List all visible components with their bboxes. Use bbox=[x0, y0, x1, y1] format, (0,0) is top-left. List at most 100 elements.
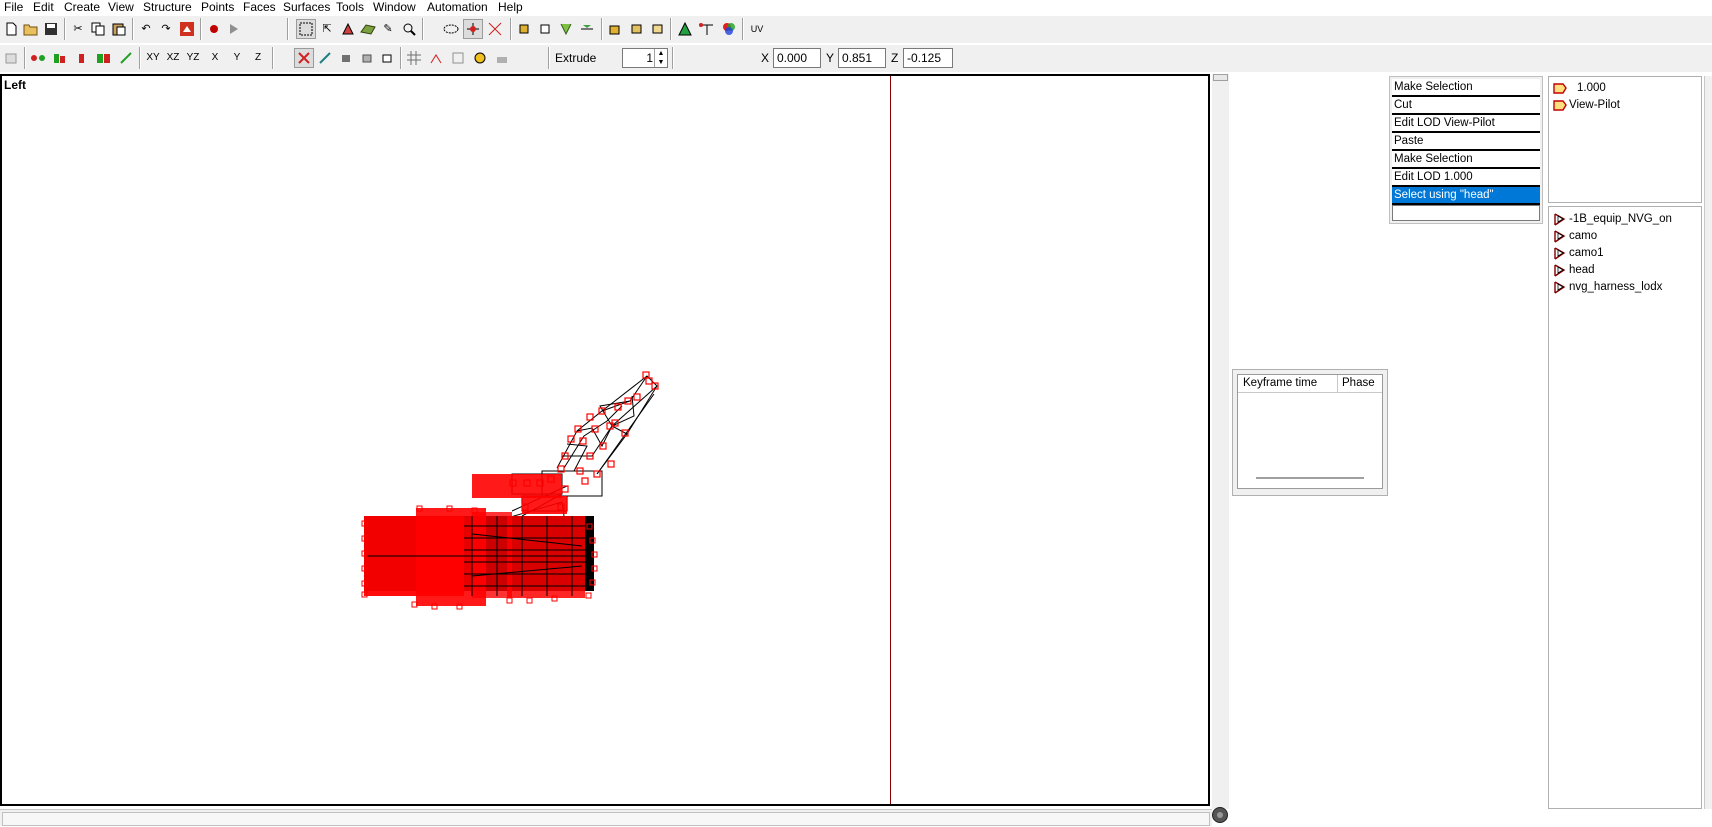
color-wheel-icon[interactable] bbox=[720, 20, 738, 38]
history-item[interactable]: Edit LOD View-Pilot bbox=[1392, 115, 1540, 133]
navigation-knob-icon[interactable] bbox=[1212, 807, 1228, 823]
coord-z-input[interactable] bbox=[903, 48, 953, 68]
history-item[interactable]: Make Selection bbox=[1392, 79, 1540, 97]
paste-icon[interactable] bbox=[110, 20, 128, 38]
menu-view[interactable]: View bbox=[108, 0, 134, 14]
sidebar-scrollbar[interactable] bbox=[1704, 76, 1712, 809]
texture-icon[interactable] bbox=[493, 49, 511, 67]
mirror-icon[interactable] bbox=[578, 20, 596, 38]
menu-file[interactable]: File bbox=[4, 0, 23, 14]
keyframe-time-column[interactable]: Keyframe time bbox=[1243, 375, 1317, 392]
keyframe-scrollbar[interactable] bbox=[1256, 477, 1364, 479]
cube-b-icon[interactable] bbox=[536, 20, 554, 38]
menu-help[interactable]: Help bbox=[498, 0, 523, 14]
cube-gray-icon[interactable] bbox=[358, 49, 376, 67]
edit-faces-icon[interactable] bbox=[339, 20, 357, 38]
split-icon[interactable] bbox=[557, 20, 575, 38]
vertex-move-icon[interactable] bbox=[463, 19, 483, 39]
keyframe-header: Keyframe time Phase bbox=[1238, 375, 1382, 393]
menu-tools[interactable]: Tools bbox=[336, 0, 364, 14]
brush-icon[interactable]: ✎ bbox=[379, 20, 397, 38]
menu-edit[interactable]: Edit bbox=[33, 0, 54, 14]
z-axis-button[interactable]: Z bbox=[249, 49, 267, 67]
menu-automation[interactable]: Automation bbox=[427, 0, 488, 14]
x-axis-button[interactable]: X bbox=[206, 49, 224, 67]
cylinder-icon[interactable] bbox=[337, 49, 355, 67]
sun-icon[interactable] bbox=[471, 49, 489, 67]
lod-item[interactable]: View-Pilot bbox=[1549, 97, 1701, 114]
menu-create[interactable]: Create bbox=[64, 0, 100, 14]
box-tool-2-icon[interactable] bbox=[627, 20, 645, 38]
lod-item[interactable]: 1.000 bbox=[1549, 80, 1701, 97]
viewport-left[interactable]: Left bbox=[0, 74, 1210, 806]
model-mesh[interactable] bbox=[2, 76, 1208, 804]
cube-a-icon[interactable] bbox=[515, 20, 533, 38]
history-item[interactable]: Make Selection bbox=[1392, 151, 1540, 169]
menu-window[interactable]: Window bbox=[373, 0, 416, 14]
menu-surfaces[interactable]: Surfaces bbox=[283, 0, 330, 14]
undo-history-panel: Make Selection Cut Edit LOD View-Pilot P… bbox=[1389, 76, 1543, 224]
copy-icon[interactable] bbox=[89, 20, 107, 38]
points-icon[interactable] bbox=[29, 49, 47, 67]
text-tool-icon[interactable] bbox=[449, 49, 467, 67]
bars-green-icon[interactable] bbox=[95, 49, 113, 67]
xz-plane-button[interactable]: XZ bbox=[164, 49, 182, 67]
record-icon[interactable] bbox=[205, 20, 223, 38]
y-axis-button[interactable]: Y bbox=[228, 49, 246, 67]
layer-icon[interactable] bbox=[2, 49, 20, 67]
transform-icon[interactable] bbox=[698, 20, 716, 38]
play-icon[interactable] bbox=[225, 20, 243, 38]
selection-item[interactable]: nvg_harness_lodx bbox=[1549, 279, 1701, 296]
render-icon[interactable] bbox=[178, 20, 196, 38]
grid-icon[interactable] bbox=[405, 49, 423, 67]
lod-label: 1.000 bbox=[1577, 82, 1606, 94]
selection-label: head bbox=[1569, 264, 1595, 276]
snap-icon[interactable] bbox=[294, 48, 314, 68]
magnet-icon[interactable] bbox=[316, 49, 334, 67]
cube-outline-icon[interactable] bbox=[378, 49, 396, 67]
bar-single-icon[interactable] bbox=[73, 49, 91, 67]
new-file-icon[interactable] bbox=[2, 20, 20, 38]
history-item[interactable]: Cut bbox=[1392, 97, 1540, 115]
selection-item[interactable]: camo bbox=[1549, 228, 1701, 245]
menu-bar: File Edit Create View Structure Points F… bbox=[0, 0, 1712, 15]
norm-icon[interactable] bbox=[427, 49, 445, 67]
morph-icon[interactable] bbox=[117, 49, 135, 67]
coord-x-input[interactable] bbox=[773, 48, 821, 68]
menu-faces[interactable]: Faces bbox=[243, 0, 276, 14]
open-folder-icon[interactable] bbox=[22, 20, 40, 38]
extrude-label: Extrude bbox=[555, 51, 597, 65]
box-tool-icon[interactable] bbox=[606, 20, 624, 38]
lasso-icon[interactable] bbox=[442, 20, 460, 38]
xy-plane-button[interactable]: XY bbox=[144, 49, 162, 67]
bars-icon[interactable] bbox=[51, 49, 69, 67]
triangle-icon[interactable] bbox=[676, 20, 694, 38]
cut-icon[interactable]: ✂ bbox=[69, 20, 87, 38]
selection-label: camo bbox=[1569, 230, 1598, 242]
redo-icon[interactable]: ↷ bbox=[157, 20, 175, 38]
selection-item[interactable]: head bbox=[1549, 262, 1701, 279]
history-item[interactable]: Paste bbox=[1392, 133, 1540, 151]
horizontal-scrollbar[interactable] bbox=[0, 809, 1212, 826]
history-item[interactable]: Edit LOD 1.000 bbox=[1392, 169, 1540, 187]
selection-item[interactable]: camo1 bbox=[1549, 245, 1701, 262]
yz-plane-button[interactable]: YZ bbox=[184, 49, 202, 67]
save-icon[interactable] bbox=[42, 20, 60, 38]
uv-button[interactable]: UV bbox=[748, 20, 766, 38]
zoom-icon[interactable] bbox=[400, 20, 418, 38]
undo-icon[interactable]: ↶ bbox=[137, 20, 155, 38]
select-tool-icon[interactable] bbox=[296, 19, 316, 39]
coord-x-label: X bbox=[761, 51, 770, 65]
menu-structure[interactable]: Structure bbox=[143, 0, 192, 14]
keyframe-phase-column[interactable]: Phase bbox=[1342, 375, 1375, 392]
history-item-active[interactable]: Select using "head" bbox=[1392, 187, 1540, 205]
selection-item[interactable]: -1B_equip_NVG_on bbox=[1549, 211, 1701, 228]
coord-y-input[interactable] bbox=[838, 48, 886, 68]
extrude-spinner[interactable]: ▲ ▼ bbox=[654, 49, 667, 67]
box-tool-3-icon[interactable] bbox=[648, 20, 666, 38]
select-arrow-icon[interactable]: ⇱ bbox=[318, 20, 336, 38]
vertical-scrollbar[interactable] bbox=[1212, 74, 1229, 809]
surface-icon[interactable] bbox=[359, 20, 377, 38]
scale-icon[interactable] bbox=[486, 20, 504, 38]
menu-points[interactable]: Points bbox=[201, 0, 234, 14]
